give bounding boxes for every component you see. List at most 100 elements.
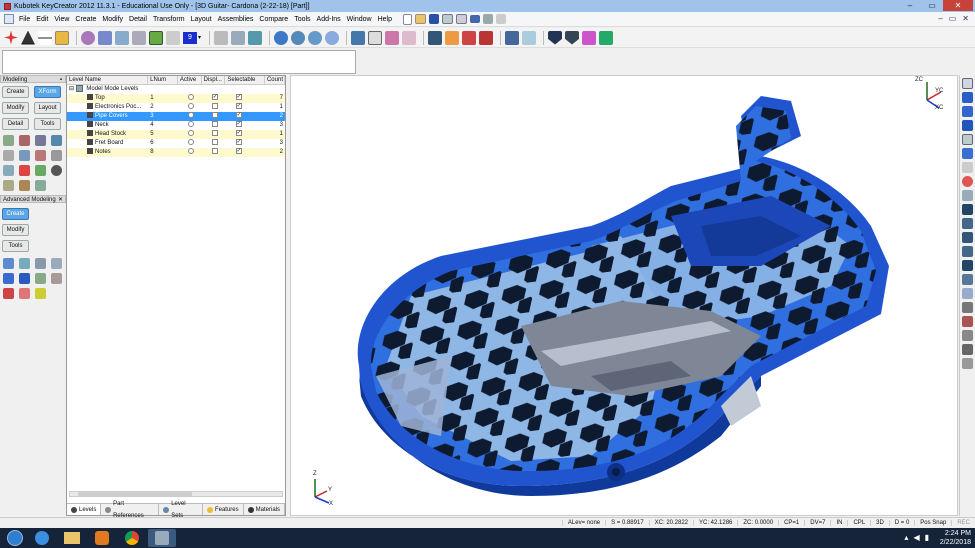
tab-part-references[interactable]: Part References [101, 501, 160, 519]
selectable-checkbox[interactable]: ✓ [235, 121, 242, 128]
col-display[interactable]: Displ... [202, 76, 226, 84]
shade-icon[interactable] [325, 30, 340, 45]
snap-move-icon[interactable] [35, 165, 46, 176]
tab-levels[interactable]: Levels [67, 504, 102, 515]
menu-window[interactable]: Window [344, 16, 375, 23]
render-icon[interactable] [308, 30, 323, 45]
active-radio[interactable] [187, 103, 194, 110]
new-file-icon[interactable] [402, 13, 412, 25]
tab-level-sets[interactable]: Level Sets [159, 501, 203, 519]
status-rec[interactable]: REC [951, 520, 975, 526]
view-tool-6-icon[interactable] [962, 260, 973, 271]
redo-icon[interactable] [482, 14, 493, 24]
level-row[interactable]: Head Stock 5 ✓ 1 [67, 130, 285, 139]
advanced-modify-button[interactable]: Modify [2, 224, 29, 236]
wrap-icon[interactable] [35, 180, 46, 191]
triangle-icon[interactable] [21, 30, 35, 45]
view-tool-1-icon[interactable] [962, 190, 973, 201]
selectable-checkbox[interactable]: ✓ [235, 94, 242, 101]
start-button[interactable] [4, 529, 26, 547]
active-radio[interactable] [187, 148, 194, 155]
mirror-icon[interactable] [51, 135, 62, 146]
taskbar-chrome[interactable] [118, 529, 146, 547]
assembly-icon[interactable] [428, 30, 443, 45]
cube-icon[interactable] [55, 30, 69, 45]
view-top-icon[interactable] [962, 92, 973, 103]
close-panel-icon[interactable]: ✕ [58, 196, 63, 204]
advanced-create-button[interactable]: Create [2, 208, 29, 220]
close-button[interactable]: ✕ [943, 0, 973, 11]
status-dv[interactable]: DV=7 [804, 520, 830, 526]
active-radio[interactable] [187, 94, 194, 101]
rotate-icon[interactable] [231, 30, 246, 45]
zoom-icon[interactable] [274, 30, 289, 45]
shield-icon[interactable] [548, 30, 563, 45]
offset-icon[interactable] [3, 165, 14, 176]
active-radio[interactable] [187, 112, 194, 119]
menu-detail[interactable]: Detail [126, 16, 150, 23]
clip-icon[interactable] [402, 30, 417, 45]
selectable-checkbox[interactable]: ✓ [235, 112, 242, 119]
menu-create[interactable]: Create [72, 16, 99, 23]
status-snap[interactable]: Pos Snap [914, 520, 951, 526]
color-icon[interactable] [166, 30, 180, 45]
shell-solid-icon[interactable] [19, 273, 30, 284]
view-front-icon[interactable] [962, 78, 973, 89]
menu-compare[interactable]: Compare [256, 16, 291, 23]
section-icon[interactable] [385, 30, 400, 45]
view-tool-2-icon[interactable] [962, 204, 973, 215]
doc-minimize-button[interactable]: – [938, 14, 942, 23]
active-radio[interactable] [187, 121, 194, 128]
display-checkbox[interactable] [211, 139, 218, 146]
level-horizontal-scrollbar[interactable] [69, 491, 283, 497]
extrude-icon[interactable] [3, 258, 14, 269]
tree-root-row[interactable]: ⊟ Model Mode Levels [67, 85, 285, 94]
taskbar-keycreator[interactable] [148, 529, 176, 547]
selectable-checkbox[interactable]: ✓ [235, 130, 242, 137]
minimize-button[interactable]: – [899, 0, 921, 11]
col-count[interactable]: Count [265, 76, 285, 84]
print-icon[interactable] [441, 14, 453, 24]
menu-modify[interactable]: Modify [99, 16, 126, 23]
menu-layout[interactable]: Layout [188, 16, 215, 23]
analysis-icon[interactable] [479, 30, 494, 45]
display-checkbox[interactable] [211, 121, 218, 128]
explode-icon[interactable] [505, 30, 520, 45]
menu-tools[interactable]: Tools [291, 16, 313, 23]
menu-edit[interactable]: Edit [33, 16, 51, 23]
view-tool-10-icon[interactable] [962, 316, 973, 327]
selectable-checkbox[interactable]: ✓ [235, 139, 242, 146]
menu-view[interactable]: View [51, 16, 72, 23]
modeling-xform-button[interactable]: XForm [34, 86, 61, 98]
tray-arrow-icon[interactable]: ▴ [904, 533, 908, 542]
view-tool-3-icon[interactable] [962, 218, 973, 229]
line-icon[interactable] [38, 30, 52, 45]
taskbar-media[interactable] [88, 529, 116, 547]
view-tool-12-icon[interactable] [962, 344, 973, 355]
col-selectable[interactable]: Selectable [225, 76, 265, 84]
level-row[interactable]: Top 1 ✓ ✓ 7 [67, 94, 285, 103]
maximize-button[interactable]: ▭ [921, 0, 943, 11]
modeling-create-button[interactable]: Create [2, 86, 29, 98]
render-studio-icon[interactable] [582, 30, 597, 45]
collapse-icon[interactable]: ⊟ [69, 86, 74, 92]
tool-icon[interactable] [599, 30, 614, 45]
pan-icon[interactable] [248, 30, 263, 45]
display-checkbox[interactable] [211, 103, 218, 110]
undo-icon[interactable] [469, 15, 480, 23]
print-preview-icon[interactable] [455, 14, 467, 24]
snap-icon[interactable] [522, 30, 537, 45]
boolean-icon[interactable] [3, 273, 14, 284]
sweep-icon[interactable] [35, 258, 46, 269]
star-icon[interactable] [35, 288, 46, 299]
view-bottom-icon[interactable] [962, 148, 973, 159]
status-depth[interactable]: D = 0 [888, 520, 915, 526]
rotate-entity-icon[interactable] [19, 135, 30, 146]
status-cp[interactable]: CP=1 [778, 520, 804, 526]
taskbar-ie[interactable] [28, 529, 56, 547]
view-tool-4-icon[interactable] [962, 232, 973, 243]
stretch-icon[interactable] [3, 180, 14, 191]
active-radio[interactable] [187, 139, 194, 146]
menu-assemblies[interactable]: Assemblies [215, 16, 257, 23]
loft-icon[interactable] [51, 258, 62, 269]
